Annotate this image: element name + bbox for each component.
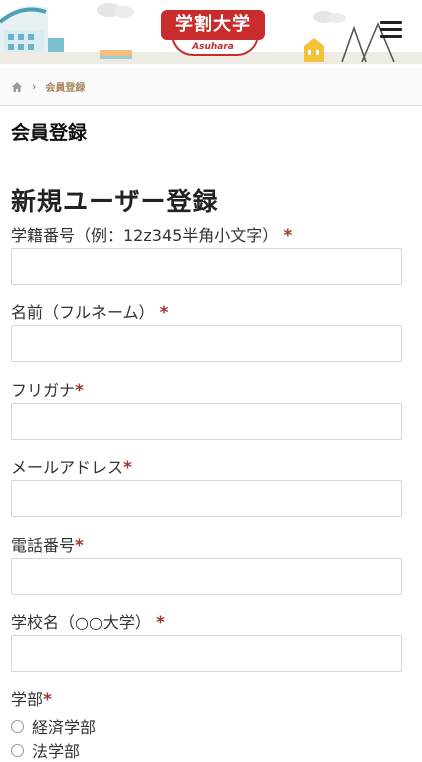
furigana-input[interactable]	[11, 403, 402, 440]
required-mark: *	[75, 536, 84, 556]
faculty-option-law[interactable]: 法学部	[11, 738, 80, 762]
radio-button[interactable]	[11, 743, 24, 757]
email-label: メールアドレス*	[11, 458, 132, 478]
school-name-input[interactable]	[11, 635, 402, 672]
required-mark: *	[75, 381, 84, 401]
phone-label: 電話番号*	[11, 536, 84, 556]
required-mark: *	[159, 303, 169, 323]
faculty-label: 学部*	[11, 690, 52, 710]
form-title: 新規ユーザー登録	[11, 187, 219, 216]
student-id-input[interactable]	[11, 248, 402, 285]
bench-illustration	[100, 50, 132, 59]
required-mark: *	[43, 690, 52, 710]
required-mark: *	[283, 226, 293, 246]
student-id-label: 学籍番号（例：12z345半角小文字） *	[11, 226, 293, 246]
home-icon[interactable]	[11, 81, 23, 93]
logo-text: 学割大学	[161, 10, 265, 40]
school-name-label: 学校名（○○大学） *	[11, 613, 165, 633]
site-header: 学割大学 Asuhara	[0, 0, 422, 64]
required-mark: *	[156, 613, 165, 633]
page-title: 会員登録	[11, 122, 88, 144]
logo-subtext: Asuhara	[192, 42, 234, 52]
hamburger-menu-icon[interactable]	[380, 18, 402, 40]
phone-input[interactable]	[11, 558, 402, 595]
email-input[interactable]	[11, 480, 402, 517]
site-logo[interactable]: 学割大学 Asuhara	[161, 8, 265, 60]
building-illustration-right	[304, 21, 395, 63]
required-mark: *	[123, 458, 132, 478]
full-name-label: 名前（フルネーム） *	[11, 303, 169, 323]
full-name-input[interactable]	[11, 325, 402, 362]
faculty-option-economics[interactable]: 経済学部	[11, 714, 96, 738]
furigana-label: フリガナ*	[11, 381, 84, 401]
radio-button[interactable]	[11, 719, 24, 733]
cloud-illustration	[97, 3, 134, 18]
breadcrumb-separator: ›	[32, 80, 37, 93]
breadcrumb: › 会員登録	[0, 68, 422, 106]
breadcrumb-current: 会員登録	[45, 83, 86, 94]
